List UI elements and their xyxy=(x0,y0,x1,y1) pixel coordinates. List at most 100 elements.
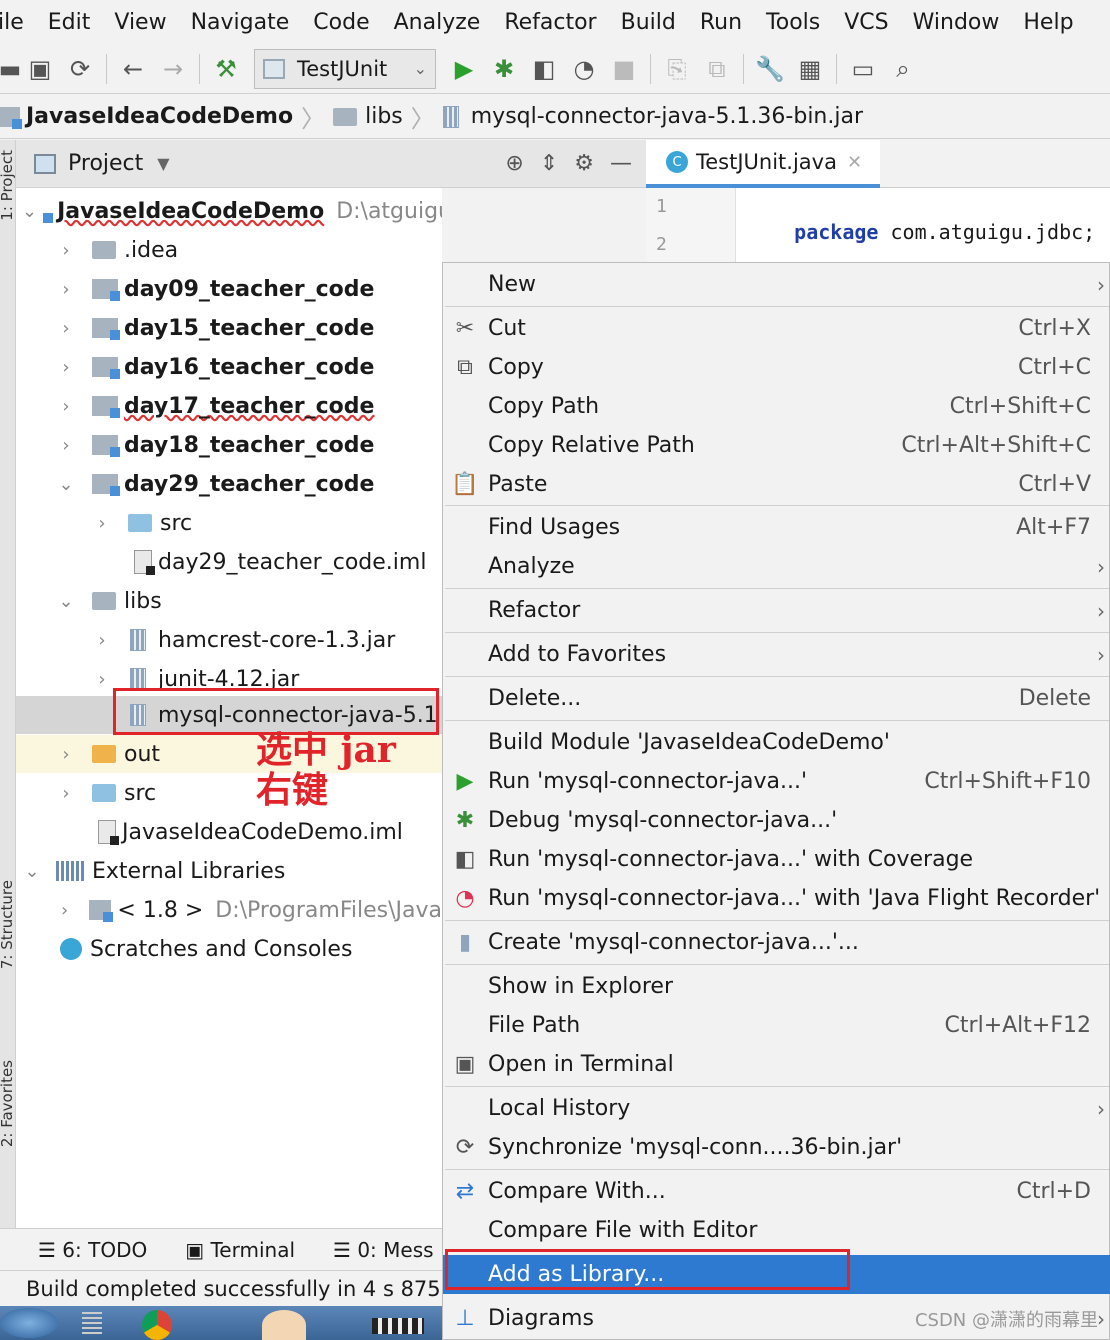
breadcrumb-libs[interactable]: libs xyxy=(333,104,403,129)
menu-item-analyze[interactable]: Analyze › xyxy=(443,547,1110,586)
chevron-down-icon[interactable]: ▼ xyxy=(157,154,169,173)
app-icon[interactable] xyxy=(82,1312,102,1336)
tree-item-root[interactable]: ⌄ JavaseIdeaCodeDemo D:\atguigu\javaee\J… xyxy=(16,192,442,230)
menu-window[interactable]: Window xyxy=(901,10,1012,35)
todo-tab[interactable]: ☰ 6: TODO xyxy=(38,1238,147,1262)
menu-item-cut[interactable]: ✂ Cut Ctrl+X xyxy=(443,309,1110,348)
chevron-right-icon[interactable]: › xyxy=(56,396,76,417)
menu-item-create-run-config[interactable]: ▮ Create 'mysql-connector-java...'... xyxy=(443,923,1110,962)
menu-item-run-with-flight-recorder[interactable]: ◔ Run 'mysql-connector-java...' with 'Ja… xyxy=(443,879,1110,918)
menu-code[interactable]: Code xyxy=(301,10,381,35)
chevron-down-icon[interactable]: ⌄ xyxy=(56,591,76,612)
menu-edit[interactable]: Edit xyxy=(36,10,103,35)
menu-item-debug[interactable]: ✱ Debug 'mysql-connector-java...' xyxy=(443,801,1110,840)
tree-item-day15[interactable]: › day15_teacher_code xyxy=(16,309,442,347)
chevron-right-icon[interactable]: › xyxy=(56,783,76,804)
profile-icon[interactable]: ◔ xyxy=(564,49,604,89)
menu-item-local-history[interactable]: Local History › xyxy=(443,1089,1110,1128)
settings-wrench-icon[interactable]: 🔧 xyxy=(750,49,790,89)
close-icon[interactable]: ✕ xyxy=(847,152,862,173)
chevron-down-icon[interactable]: ⌄ xyxy=(22,201,37,222)
menu-item-compare-file-with-editor[interactable]: Compare File with Editor xyxy=(443,1211,1110,1250)
menu-item-build-module[interactable]: Build Module 'JavaseIdeaCodeDemo' xyxy=(443,723,1110,762)
avatar-icon[interactable] xyxy=(262,1310,306,1340)
tree-item-day29-src[interactable]: › src xyxy=(16,504,442,542)
tree-item-day29-iml[interactable]: day29_teacher_code.iml xyxy=(16,543,442,581)
tree-item-iml[interactable]: JavaseIdeaCodeDemo.iml xyxy=(16,813,442,851)
menu-refactor[interactable]: Refactor xyxy=(492,10,608,35)
save-icon[interactable]: ▣ xyxy=(20,49,60,89)
tree-item-day29[interactable]: ⌄ day29_teacher_code xyxy=(16,465,442,503)
coverage-icon[interactable]: ◧ xyxy=(524,49,564,89)
tree-item-external-libraries[interactable]: ⌄ External Libraries xyxy=(16,852,442,890)
tree-item-libs[interactable]: ⌄ libs xyxy=(16,582,442,620)
tree-item-day16[interactable]: › day16_teacher_code xyxy=(16,348,442,386)
menu-item-new[interactable]: New › xyxy=(443,265,1110,304)
menu-view[interactable]: View xyxy=(102,10,178,35)
menu-item-show-in-explorer[interactable]: Show in Explorer xyxy=(443,967,1110,1006)
code-editor[interactable]: package com.atguigu.jdbc; xyxy=(736,188,1110,268)
menu-help[interactable]: Help xyxy=(1011,10,1085,35)
chevron-right-icon[interactable]: › xyxy=(56,318,76,339)
tree-item-day09[interactable]: › day09_teacher_code xyxy=(16,270,442,308)
build-hammer-icon[interactable]: ⚒ xyxy=(206,49,246,89)
locate-icon[interactable]: ⊕ xyxy=(505,151,523,176)
vcs-update-icon[interactable]: ⎘ xyxy=(657,49,697,89)
chevron-right-icon[interactable]: › xyxy=(56,435,76,456)
collapse-all-icon[interactable]: ⇕ xyxy=(540,151,558,176)
structure-tool-tab[interactable]: 7: Structure xyxy=(0,880,16,969)
chevron-right-icon[interactable]: › xyxy=(56,357,76,378)
gear-icon[interactable]: ⚙ xyxy=(574,151,594,176)
tree-item-jdk[interactable]: › < 1.8 > D:\ProgramFiles\Java xyxy=(16,891,442,929)
menu-item-run-with-coverage[interactable]: ◧ Run 'mysql-connector-java...' with Cov… xyxy=(443,840,1110,879)
menu-tools[interactable]: Tools xyxy=(754,10,832,35)
tree-item-day18[interactable]: › day18_teacher_code xyxy=(16,426,442,464)
menu-item-synchronize[interactable]: ⟳ Synchronize 'mysql-conn....36-bin.jar' xyxy=(443,1128,1110,1167)
menu-build[interactable]: Build xyxy=(609,10,688,35)
chevron-right-icon[interactable]: › xyxy=(56,900,73,921)
favorites-tool-tab[interactable]: 2: Favorites xyxy=(0,1060,16,1147)
menu-item-copy-path[interactable]: Copy Path Ctrl+Shift+C xyxy=(443,387,1110,426)
tree-item-scratches[interactable]: Scratches and Consoles xyxy=(16,930,442,968)
project-view-select[interactable]: Project xyxy=(68,151,143,176)
chevron-right-icon[interactable]: › xyxy=(56,744,76,765)
sync-icon[interactable]: ⟳ xyxy=(60,49,100,89)
tree-item-idea[interactable]: › .idea xyxy=(16,231,442,269)
menu-navigate[interactable]: Navigate xyxy=(179,10,302,35)
project-structure-icon[interactable]: ▦ xyxy=(790,49,830,89)
menu-item-copy[interactable]: ⧉ Copy Ctrl+C xyxy=(443,348,1110,387)
editor-tab-testjunit[interactable]: C TestJUnit.java ✕ xyxy=(646,140,880,188)
chevron-down-icon[interactable]: ⌄ xyxy=(22,861,42,882)
open-folder-icon[interactable]: ▬ xyxy=(0,49,21,89)
menu-item-delete[interactable]: Delete... Delete xyxy=(443,679,1110,718)
chevron-right-icon[interactable]: › xyxy=(92,669,112,690)
menu-vcs[interactable]: VCS xyxy=(832,10,900,35)
run-icon[interactable]: ▶ xyxy=(444,49,484,89)
stop-icon[interactable]: ■ xyxy=(604,49,644,89)
chevron-down-icon[interactable]: ⌄ xyxy=(56,474,76,495)
menu-item-paste[interactable]: 📋 Paste Ctrl+V xyxy=(443,465,1110,504)
menu-analyze[interactable]: Analyze xyxy=(382,10,493,35)
menu-run[interactable]: Run xyxy=(688,10,754,35)
menu-item-compare-with[interactable]: ⇄ Compare With... Ctrl+D xyxy=(443,1172,1110,1211)
hide-panel-icon[interactable]: — xyxy=(610,151,632,176)
search-icon[interactable]: ⌕ xyxy=(883,49,923,89)
presentation-icon[interactable]: ▭ xyxy=(843,49,883,89)
vcs-commit-icon[interactable]: ⧉ xyxy=(697,49,737,89)
forward-icon[interactable]: → xyxy=(153,49,193,89)
menu-item-copy-relative-path[interactable]: Copy Relative Path Ctrl+Alt+Shift+C xyxy=(443,426,1110,465)
breadcrumb-jar[interactable]: mysql-connector-java-5.1.36-bin.jar xyxy=(442,104,863,129)
tree-item-day17[interactable]: › day17_teacher_code xyxy=(16,387,442,425)
menu-item-file-path[interactable]: File Path Ctrl+Alt+F12 xyxy=(443,1006,1110,1045)
breadcrumb-project[interactable]: JavaseIdeaCodeDemo xyxy=(0,104,293,129)
media-icon[interactable] xyxy=(372,1318,424,1334)
menu-item-find-usages[interactable]: Find Usages Alt+F7 xyxy=(443,508,1110,547)
debug-icon[interactable]: ✱ xyxy=(484,49,524,89)
chevron-right-icon[interactable]: › xyxy=(92,513,112,534)
menu-item-refactor[interactable]: Refactor › xyxy=(443,591,1110,630)
menu-item-open-in-terminal[interactable]: ▣ Open in Terminal xyxy=(443,1045,1110,1084)
menu-file[interactable]: ile xyxy=(0,10,36,35)
run-configuration-select[interactable]: TestJUnit ⌄ xyxy=(254,48,436,89)
back-icon[interactable]: ← xyxy=(113,49,153,89)
tree-item-hamcrest[interactable]: › hamcrest-core-1.3.jar xyxy=(16,621,442,659)
